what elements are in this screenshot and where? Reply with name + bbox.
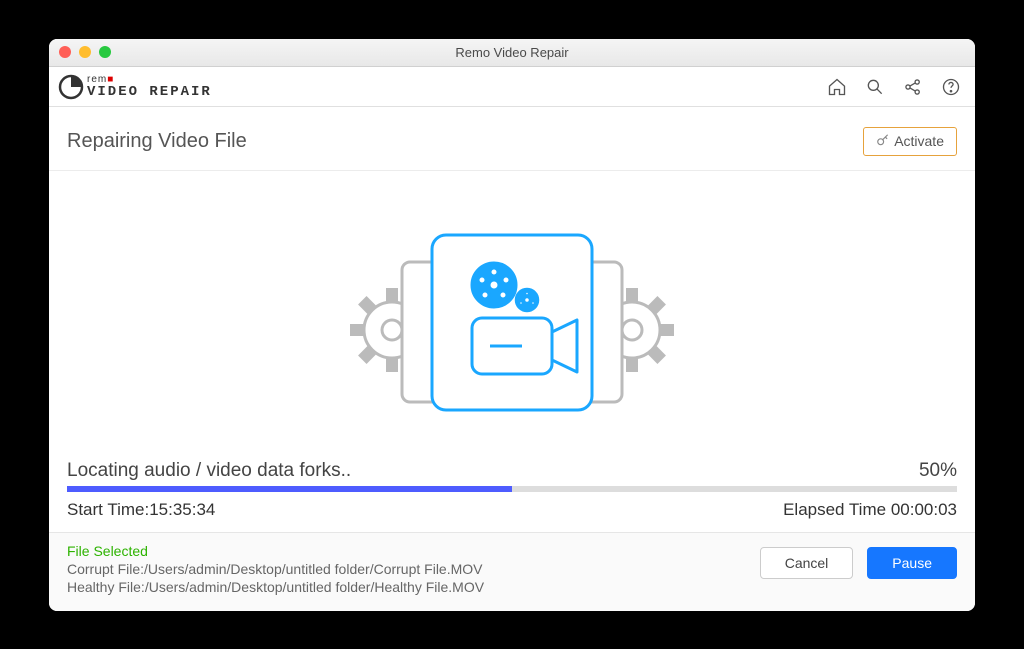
logo-glyph-icon bbox=[57, 73, 85, 101]
footer-actions: Cancel Pause bbox=[760, 547, 957, 579]
status-text: Locating audio / video data forks.. bbox=[67, 460, 351, 482]
healthy-file-line: Healthy File:/Users/admin/Desktop/untitl… bbox=[67, 579, 484, 595]
app-logo: rem■ VIDEO REPAIR bbox=[57, 73, 212, 101]
header-icon-bar bbox=[827, 77, 961, 97]
corrupt-file-line: Corrupt File:/Users/admin/Desktop/untitl… bbox=[67, 561, 484, 577]
activate-button[interactable]: Activate bbox=[863, 127, 957, 156]
search-icon[interactable] bbox=[865, 77, 885, 97]
logo-app-name: VIDEO REPAIR bbox=[87, 85, 212, 99]
close-window-button[interactable] bbox=[59, 46, 71, 58]
key-icon bbox=[876, 133, 890, 150]
logo-text: rem■ VIDEO REPAIR bbox=[87, 75, 212, 99]
window-title: Remo Video Repair bbox=[455, 45, 568, 60]
window-controls bbox=[59, 46, 111, 58]
file-info: File Selected Corrupt File:/Users/admin/… bbox=[67, 543, 484, 595]
activate-label: Activate bbox=[894, 133, 944, 149]
subheader: Repairing Video File Activate bbox=[49, 107, 975, 171]
cancel-button[interactable]: Cancel bbox=[760, 547, 854, 579]
app-window: Remo Video Repair rem■ VIDEO REPAIR bbox=[49, 39, 975, 611]
repair-illustration bbox=[49, 171, 975, 460]
progress-section: Locating audio / video data forks.. 50% … bbox=[49, 460, 975, 532]
footer: File Selected Corrupt File:/Users/admin/… bbox=[49, 532, 975, 611]
progress-bar-fill bbox=[67, 486, 512, 492]
pause-button[interactable]: Pause bbox=[867, 547, 957, 579]
progress-percent: 50% bbox=[919, 460, 957, 482]
share-icon[interactable] bbox=[903, 77, 923, 97]
elapsed-time: Elapsed Time 00:00:03 bbox=[783, 500, 957, 520]
progress-bar bbox=[67, 486, 957, 492]
app-header: rem■ VIDEO REPAIR bbox=[49, 67, 975, 107]
home-icon[interactable] bbox=[827, 77, 847, 97]
page-title: Repairing Video File bbox=[67, 130, 247, 153]
time-row: Start Time:15:35:34 Elapsed Time 00:00:0… bbox=[67, 500, 957, 532]
help-icon[interactable] bbox=[941, 77, 961, 97]
start-time: Start Time:15:35:34 bbox=[67, 500, 215, 520]
maximize-window-button[interactable] bbox=[99, 46, 111, 58]
titlebar: Remo Video Repair bbox=[49, 39, 975, 67]
minimize-window-button[interactable] bbox=[79, 46, 91, 58]
status-row: Locating audio / video data forks.. 50% bbox=[67, 460, 957, 482]
file-selected-label: File Selected bbox=[67, 543, 484, 559]
